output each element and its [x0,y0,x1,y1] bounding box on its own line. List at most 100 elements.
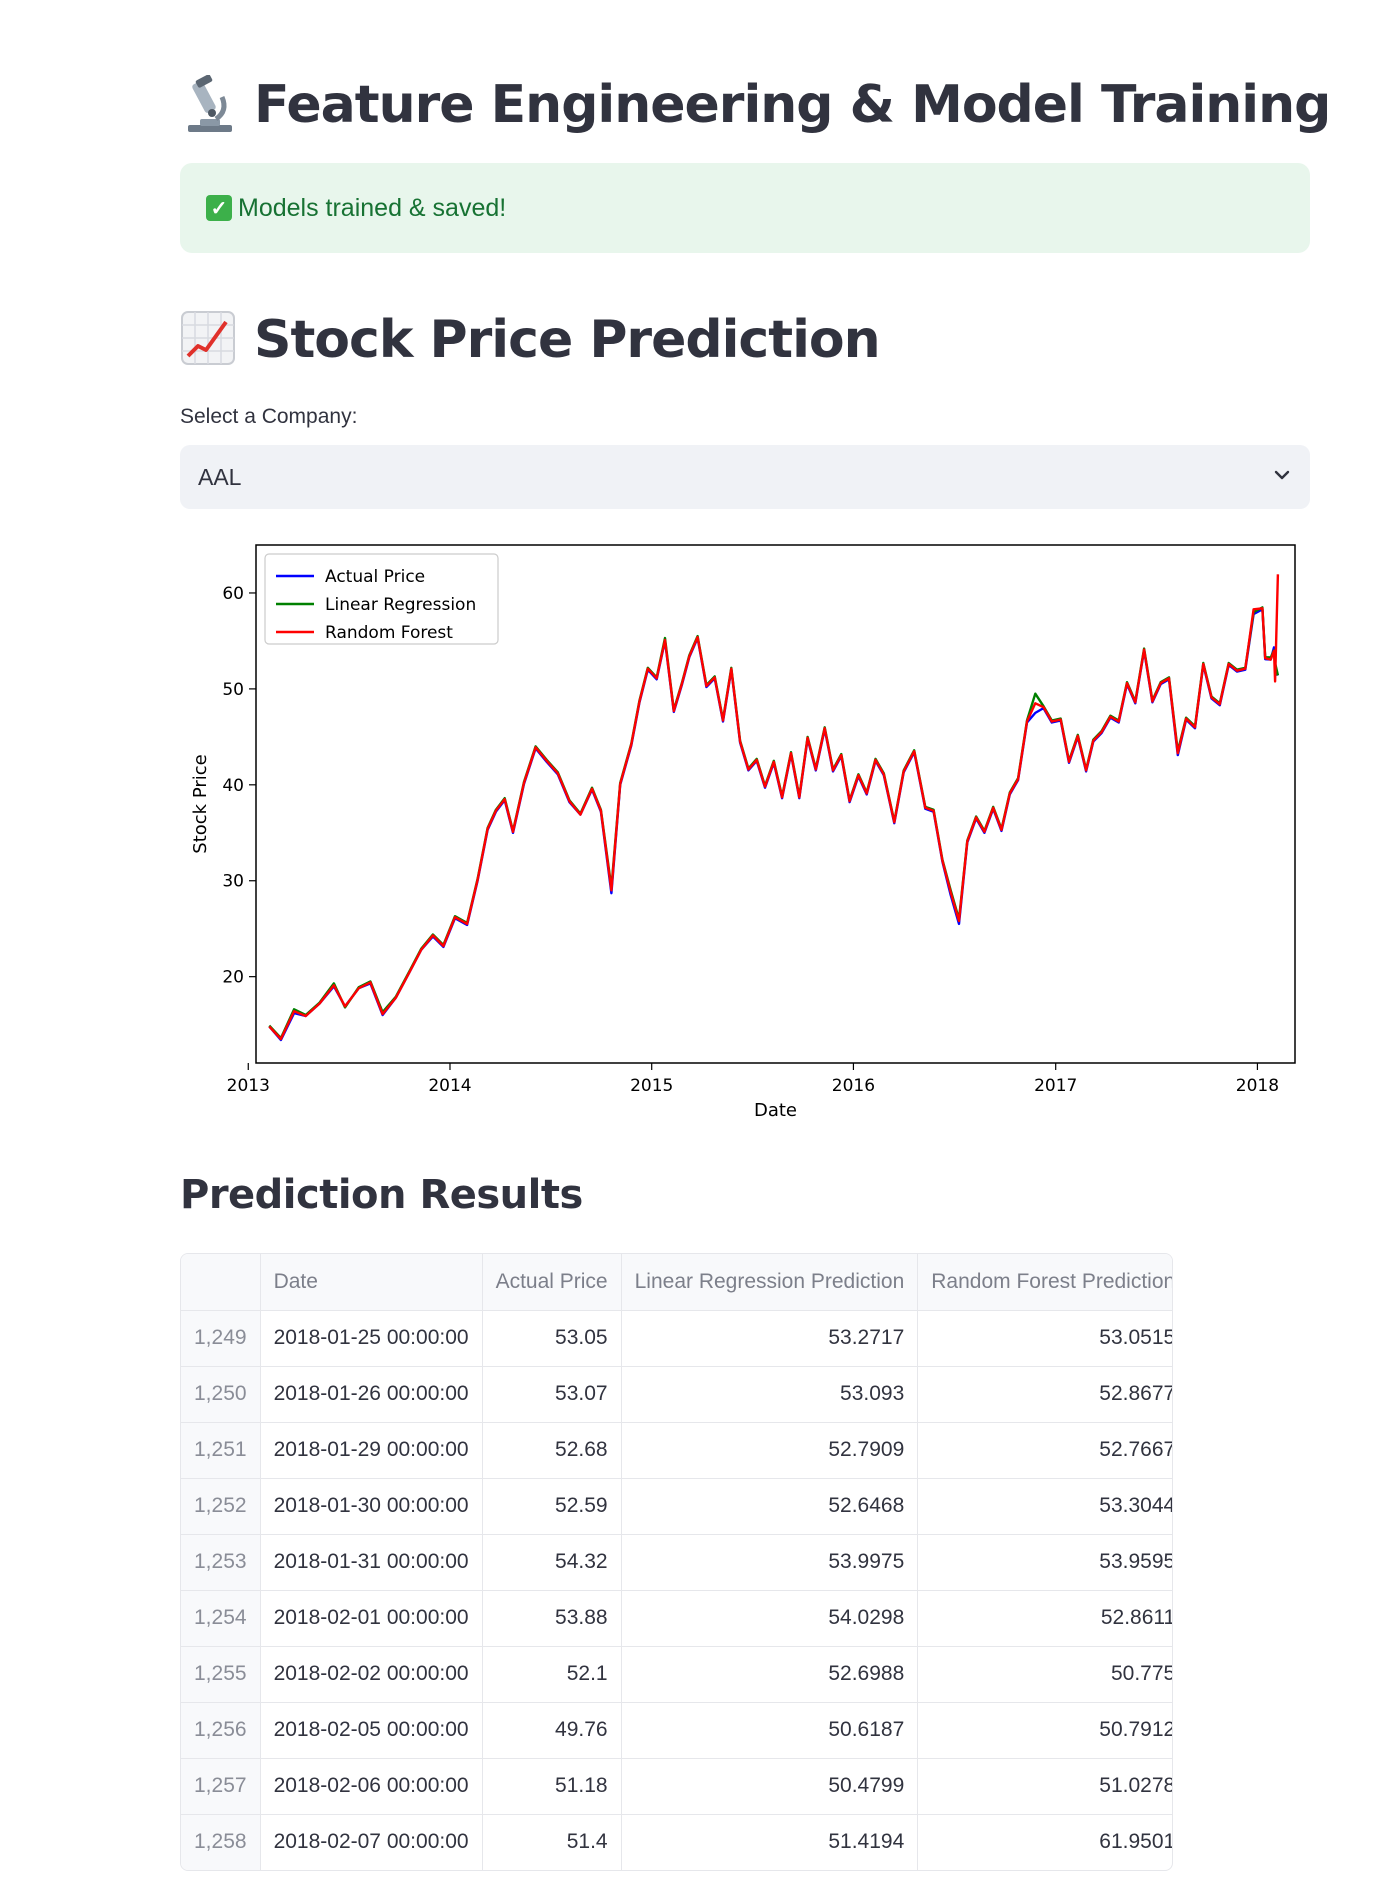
microscope-icon [180,75,240,135]
chart-increasing-icon [180,310,240,370]
table-cell[interactable]: 2018-01-31 00:00:00 [260,1534,483,1591]
table-cell[interactable]: 2018-02-06 00:00:00 [260,1758,483,1815]
table-cell[interactable]: 2018-02-01 00:00:00 [260,1590,483,1647]
y-tick-label: 50 [222,680,244,700]
table-row: 1,256 2018-02-05 00:00:00 49.76 50.6187 50.7… [181,1702,1172,1759]
table-cell[interactable]: 51.18 [482,1758,622,1815]
prediction-results-table[interactable]: Date Actual Price Linear Regression Predic… [180,1253,1173,1871]
success-alert: ✓ Models trained & saved! [180,163,1310,253]
table-row: 1,249 2018-01-25 00:00:00 53.05 53.2717 53.0… [181,1310,1172,1367]
table-cell[interactable]: 52.8611 [917,1590,1172,1647]
column-header-2[interactable]: Actual Price [482,1254,622,1311]
x-tick-label: 2015 [630,1076,673,1096]
table-row: 1,250 2018-01-26 00:00:00 53.07 53.093 52.86… [181,1366,1172,1423]
table-cell[interactable]: 51.4194 [621,1814,919,1870]
table-cell[interactable]: 2018-02-05 00:00:00 [260,1702,483,1759]
legend-label: Actual Price [325,567,425,587]
table-row: 1,253 2018-01-31 00:00:00 54.32 53.9975 53.9… [181,1534,1172,1591]
column-header-3[interactable]: Linear Regression Prediction [621,1254,919,1311]
table-cell[interactable]: 61.9501 [918,1814,1172,1870]
success-message: Models trained & saved! [238,193,507,222]
table-cell[interactable]: 54.32 [482,1534,622,1591]
y-tick-label: 20 [222,968,244,988]
x-tick-label: 2018 [1236,1076,1279,1096]
chevron-down-icon [1272,464,1292,491]
table-cell[interactable]: 2018-02-07 00:00:00 [260,1814,483,1870]
table-cell[interactable]: 52.7667 [917,1422,1172,1479]
table-cell[interactable]: 52.7909 [621,1422,919,1479]
table-cell[interactable]: 49.76 [482,1702,622,1759]
stock-price-chart: 20 30 40 50 60 2013 2014 2015 2016 2017 2018 Date St… [190,544,1296,1121]
section-title-prediction: Stock Price Prediction [180,305,881,375]
table-cell[interactable]: 53.05 [482,1310,622,1367]
table-cell[interactable]: 52.6468 [621,1478,919,1535]
page-title-text: Feature Engineering & Model Training [254,75,1331,135]
section-title-text: Stock Price Prediction [254,310,881,370]
y-axis-label: Stock Price [190,754,211,853]
y-tick-label: 40 [222,776,244,796]
table-cell[interactable]: 2018-02-02 00:00:00 [260,1646,483,1703]
x-tick-label: 2016 [832,1076,875,1096]
column-header-0[interactable] [181,1254,261,1311]
table-cell[interactable]: 50.775 [917,1646,1172,1703]
company-select-value: AAL [198,463,242,490]
table-row: 1,255 2018-02-02 00:00:00 52.1 52.6988 50.77… [181,1646,1172,1703]
row-index[interactable]: 1,249 [181,1310,261,1367]
table-row: 1,257 2018-02-06 00:00:00 51.18 50.4799 51.0… [181,1758,1172,1815]
table-cell[interactable]: 52.68 [482,1422,622,1479]
table-row: 1,251 2018-01-29 00:00:00 52.68 52.7909 52.7… [181,1422,1172,1479]
table-cell[interactable]: 51.4 [482,1814,622,1870]
legend-label: Random Forest [325,623,453,643]
page-title: Feature Engineering & Model Training [180,70,1331,140]
row-index[interactable]: 1,257 [181,1758,261,1815]
table-cell[interactable]: 50.4799 [621,1758,919,1815]
column-header-4[interactable]: Random Forest Prediction [917,1254,1172,1311]
row-index[interactable]: 1,258 [181,1814,261,1870]
table-cell[interactable]: 52.6988 [621,1646,919,1703]
table-row: 1,254 2018-02-01 00:00:00 53.88 54.0298 52.8… [181,1590,1172,1647]
x-axis-label: Date [754,1100,797,1121]
table-body: 1,249 2018-01-25 00:00:00 53.05 53.2717 53.0… [181,1310,1172,1870]
table-row: 1,252 2018-01-30 00:00:00 52.59 52.6468 53.3… [181,1478,1172,1535]
table-cell[interactable]: 53.0515 [917,1310,1172,1367]
table-cell[interactable]: 53.9975 [621,1534,919,1591]
x-tick-label: 2017 [1034,1076,1077,1096]
table-cell[interactable]: 52.8677 [917,1366,1172,1423]
check-icon: ✓ [206,195,232,221]
y-tick-label: 30 [222,872,244,892]
column-header-1[interactable]: Date [260,1254,483,1311]
row-index[interactable]: 1,253 [181,1534,261,1591]
row-index[interactable]: 1,250 [181,1366,261,1423]
row-index[interactable]: 1,251 [181,1422,261,1479]
table-cell[interactable]: 53.07 [482,1366,622,1423]
table-cell[interactable]: 53.88 [482,1590,622,1647]
row-index[interactable]: 1,255 [181,1646,261,1703]
y-tick-label: 60 [222,584,244,604]
chart-legend: Actual Price Linear Regression Random Fore… [264,553,499,645]
table-cell[interactable]: 52.59 [482,1478,622,1535]
table-cell[interactable]: 2018-01-25 00:00:00 [260,1310,483,1367]
row-index[interactable]: 1,254 [181,1590,261,1647]
table-cell[interactable]: 53.2717 [621,1310,919,1367]
row-index[interactable]: 1,252 [181,1478,261,1535]
table-cell[interactable]: 52.1 [482,1646,622,1703]
table-cell[interactable]: 50.6187 [621,1702,919,1759]
company-select-label: Select a Company: [180,405,358,428]
table-row: 1,258 2018-02-07 00:00:00 51.4 51.4194 61.95… [181,1814,1172,1870]
legend-label: Linear Regression [325,595,476,615]
table-cell[interactable]: 53.9595 [917,1534,1172,1591]
table-cell[interactable]: 2018-01-26 00:00:00 [260,1366,483,1423]
x-tick-label: 2013 [227,1076,270,1096]
x-tick-label: 2014 [428,1076,471,1096]
prediction-results-title: Prediction Results [180,1172,583,1218]
table-cell[interactable]: 2018-01-30 00:00:00 [260,1478,483,1535]
row-index[interactable]: 1,256 [181,1702,261,1759]
table-cell[interactable]: 51.0278 [917,1758,1172,1815]
table-header-row: Date Actual Price Linear Regression Predic… [181,1254,1172,1311]
table-cell[interactable]: 50.7912 [917,1702,1172,1759]
table-cell[interactable]: 2018-01-29 00:00:00 [260,1422,483,1479]
table-cell[interactable]: 53.093 [621,1366,919,1423]
table-cell[interactable]: 54.0298 [621,1590,919,1647]
company-select[interactable]: AAL [180,445,1310,509]
table-cell[interactable]: 53.3044 [917,1478,1172,1535]
